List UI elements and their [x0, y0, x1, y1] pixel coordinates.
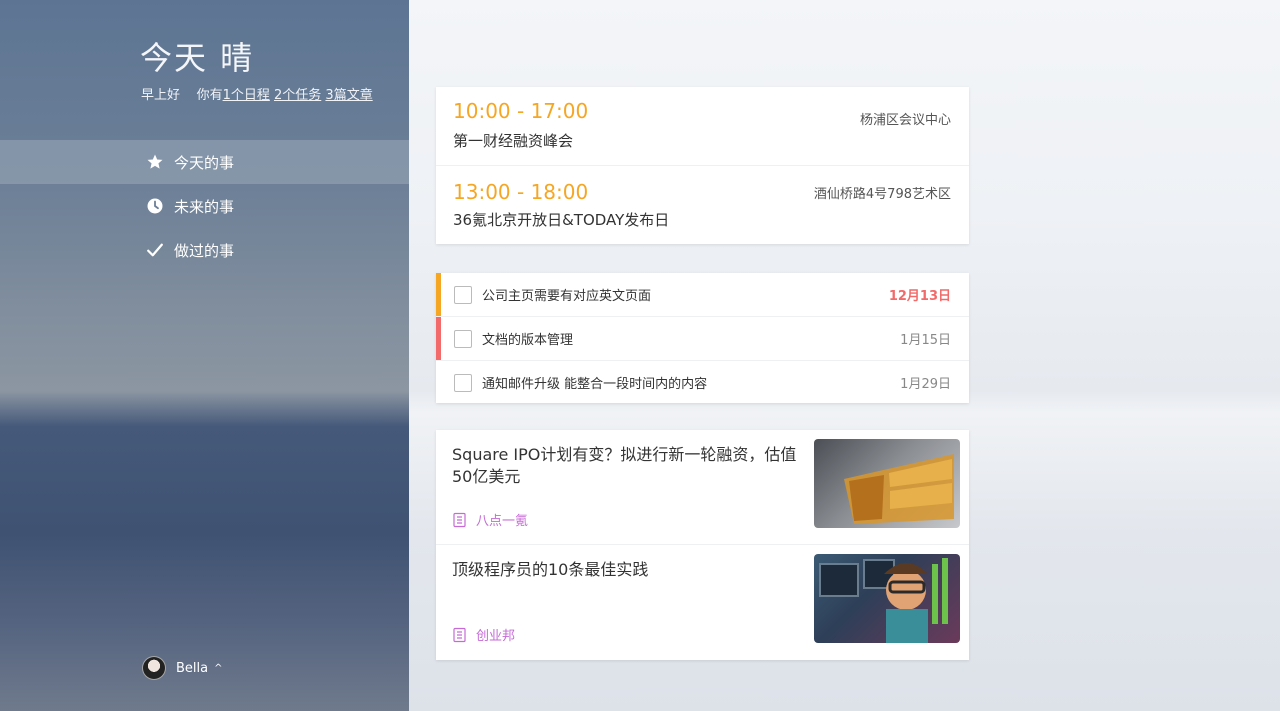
greeting-summary: 早上好 你有1个日程 2个任务 3篇文章 [141, 84, 373, 103]
schedule-item[interactable]: 10:00 - 17:00 第一财经融资峰会 杨浦区会议中心 [436, 87, 969, 166]
thumbnail-image [819, 558, 948, 643]
article-title[interactable]: 顶级程序员的10条最佳实践 [452, 559, 802, 581]
user-menu[interactable]: Bella ^ [142, 656, 223, 680]
task-label[interactable]: 文档的版本管理 [482, 329, 573, 348]
task-item: 通知邮件升级 能整合一段时间内的内容 1月29日 [436, 361, 969, 404]
article-source[interactable]: 八点一氪 [452, 510, 528, 529]
article-thumbnail[interactable] [814, 554, 960, 643]
summary-prefix: 你有 [196, 88, 223, 103]
task-checkbox[interactable] [454, 329, 472, 348]
task-date: 12月13日 [888, 289, 951, 304]
sidebar-item-label: 做过的事 [174, 241, 235, 260]
schedule-location: 杨浦区会议中心 [859, 113, 951, 128]
task-label[interactable]: 公司主页需要有对应英文页面 [482, 285, 651, 304]
task-date: 1月29日 [900, 377, 951, 392]
schedule-title: 36氪北京开放日&TODAY发布日 [453, 211, 670, 229]
avatar [142, 656, 166, 680]
schedule-location: 酒仙桥路4号798艺术区 [813, 187, 951, 202]
thumbnail-image [844, 454, 954, 524]
task-item: 公司主页需要有对应英文页面 12月13日 [436, 273, 969, 317]
article-count-link[interactable]: 3篇文章 [325, 88, 372, 103]
clock-icon [147, 198, 163, 214]
task-checkbox[interactable] [454, 285, 472, 304]
article-source-label: 创业邦 [476, 629, 516, 644]
article-thumbnail[interactable] [814, 439, 960, 528]
chevron-up-icon: ^ [214, 662, 223, 674]
priority-bar [436, 317, 441, 360]
sidebar-item-label: 今天的事 [174, 153, 235, 172]
checkmark-icon [147, 243, 163, 257]
article-item[interactable]: 顶级程序员的10条最佳实践 创业邦 [436, 545, 969, 659]
sidebar-item-today[interactable]: 今天的事 [0, 140, 409, 184]
user-name: Bella [176, 660, 209, 676]
sidebar-item-future[interactable]: 未来的事 [0, 184, 409, 228]
sidebar-nav: 今天的事 未来的事 做过的事 [0, 140, 409, 272]
document-icon [453, 512, 466, 527]
schedule-time: 13:00 - 18:00 [453, 180, 589, 204]
schedule-card: 10:00 - 17:00 第一财经融资峰会 杨浦区会议中心 13:00 - 1… [436, 87, 969, 244]
schedule-time: 10:00 - 17:00 [453, 99, 589, 123]
document-icon [453, 627, 466, 642]
task-count-link[interactable]: 2个任务 [274, 88, 321, 103]
article-source[interactable]: 创业邦 [452, 625, 515, 644]
schedule-item[interactable]: 13:00 - 18:00 36氪北京开放日&TODAY发布日 酒仙桥路4号79… [436, 166, 969, 244]
greeting-text: 早上好 [141, 88, 181, 103]
priority-bar [436, 273, 441, 316]
task-item: 文档的版本管理 1月15日 [436, 317, 969, 361]
task-date: 1月15日 [900, 333, 951, 348]
task-label[interactable]: 通知邮件升级 能整合一段时间内的内容 [482, 373, 707, 392]
task-list: 公司主页需要有对应英文页面 12月13日 文档的版本管理 1月15日 通知邮件升… [436, 273, 969, 403]
article-item[interactable]: Square IPO计划有变？拟进行新一轮融资，估值50亿美元 八点一氪 [436, 430, 969, 545]
star-icon [147, 154, 163, 169]
schedule-title: 第一财经融资峰会 [453, 132, 574, 150]
weather-title: 今天 晴 [140, 39, 255, 77]
article-title[interactable]: Square IPO计划有变？拟进行新一轮融资，估值50亿美元 [452, 444, 802, 488]
sidebar-item-done[interactable]: 做过的事 [0, 228, 409, 272]
sidebar: 今天 晴 早上好 你有1个日程 2个任务 3篇文章 今天的事 未来的事 做过的事… [0, 0, 409, 711]
article-source-label: 八点一氪 [476, 514, 529, 529]
schedule-count-link[interactable]: 1个日程 [223, 88, 270, 103]
task-checkbox[interactable] [454, 373, 472, 392]
sidebar-item-label: 未来的事 [174, 197, 235, 216]
article-list: Square IPO计划有变？拟进行新一轮融资，估值50亿美元 八点一氪 顶级程… [436, 430, 969, 660]
